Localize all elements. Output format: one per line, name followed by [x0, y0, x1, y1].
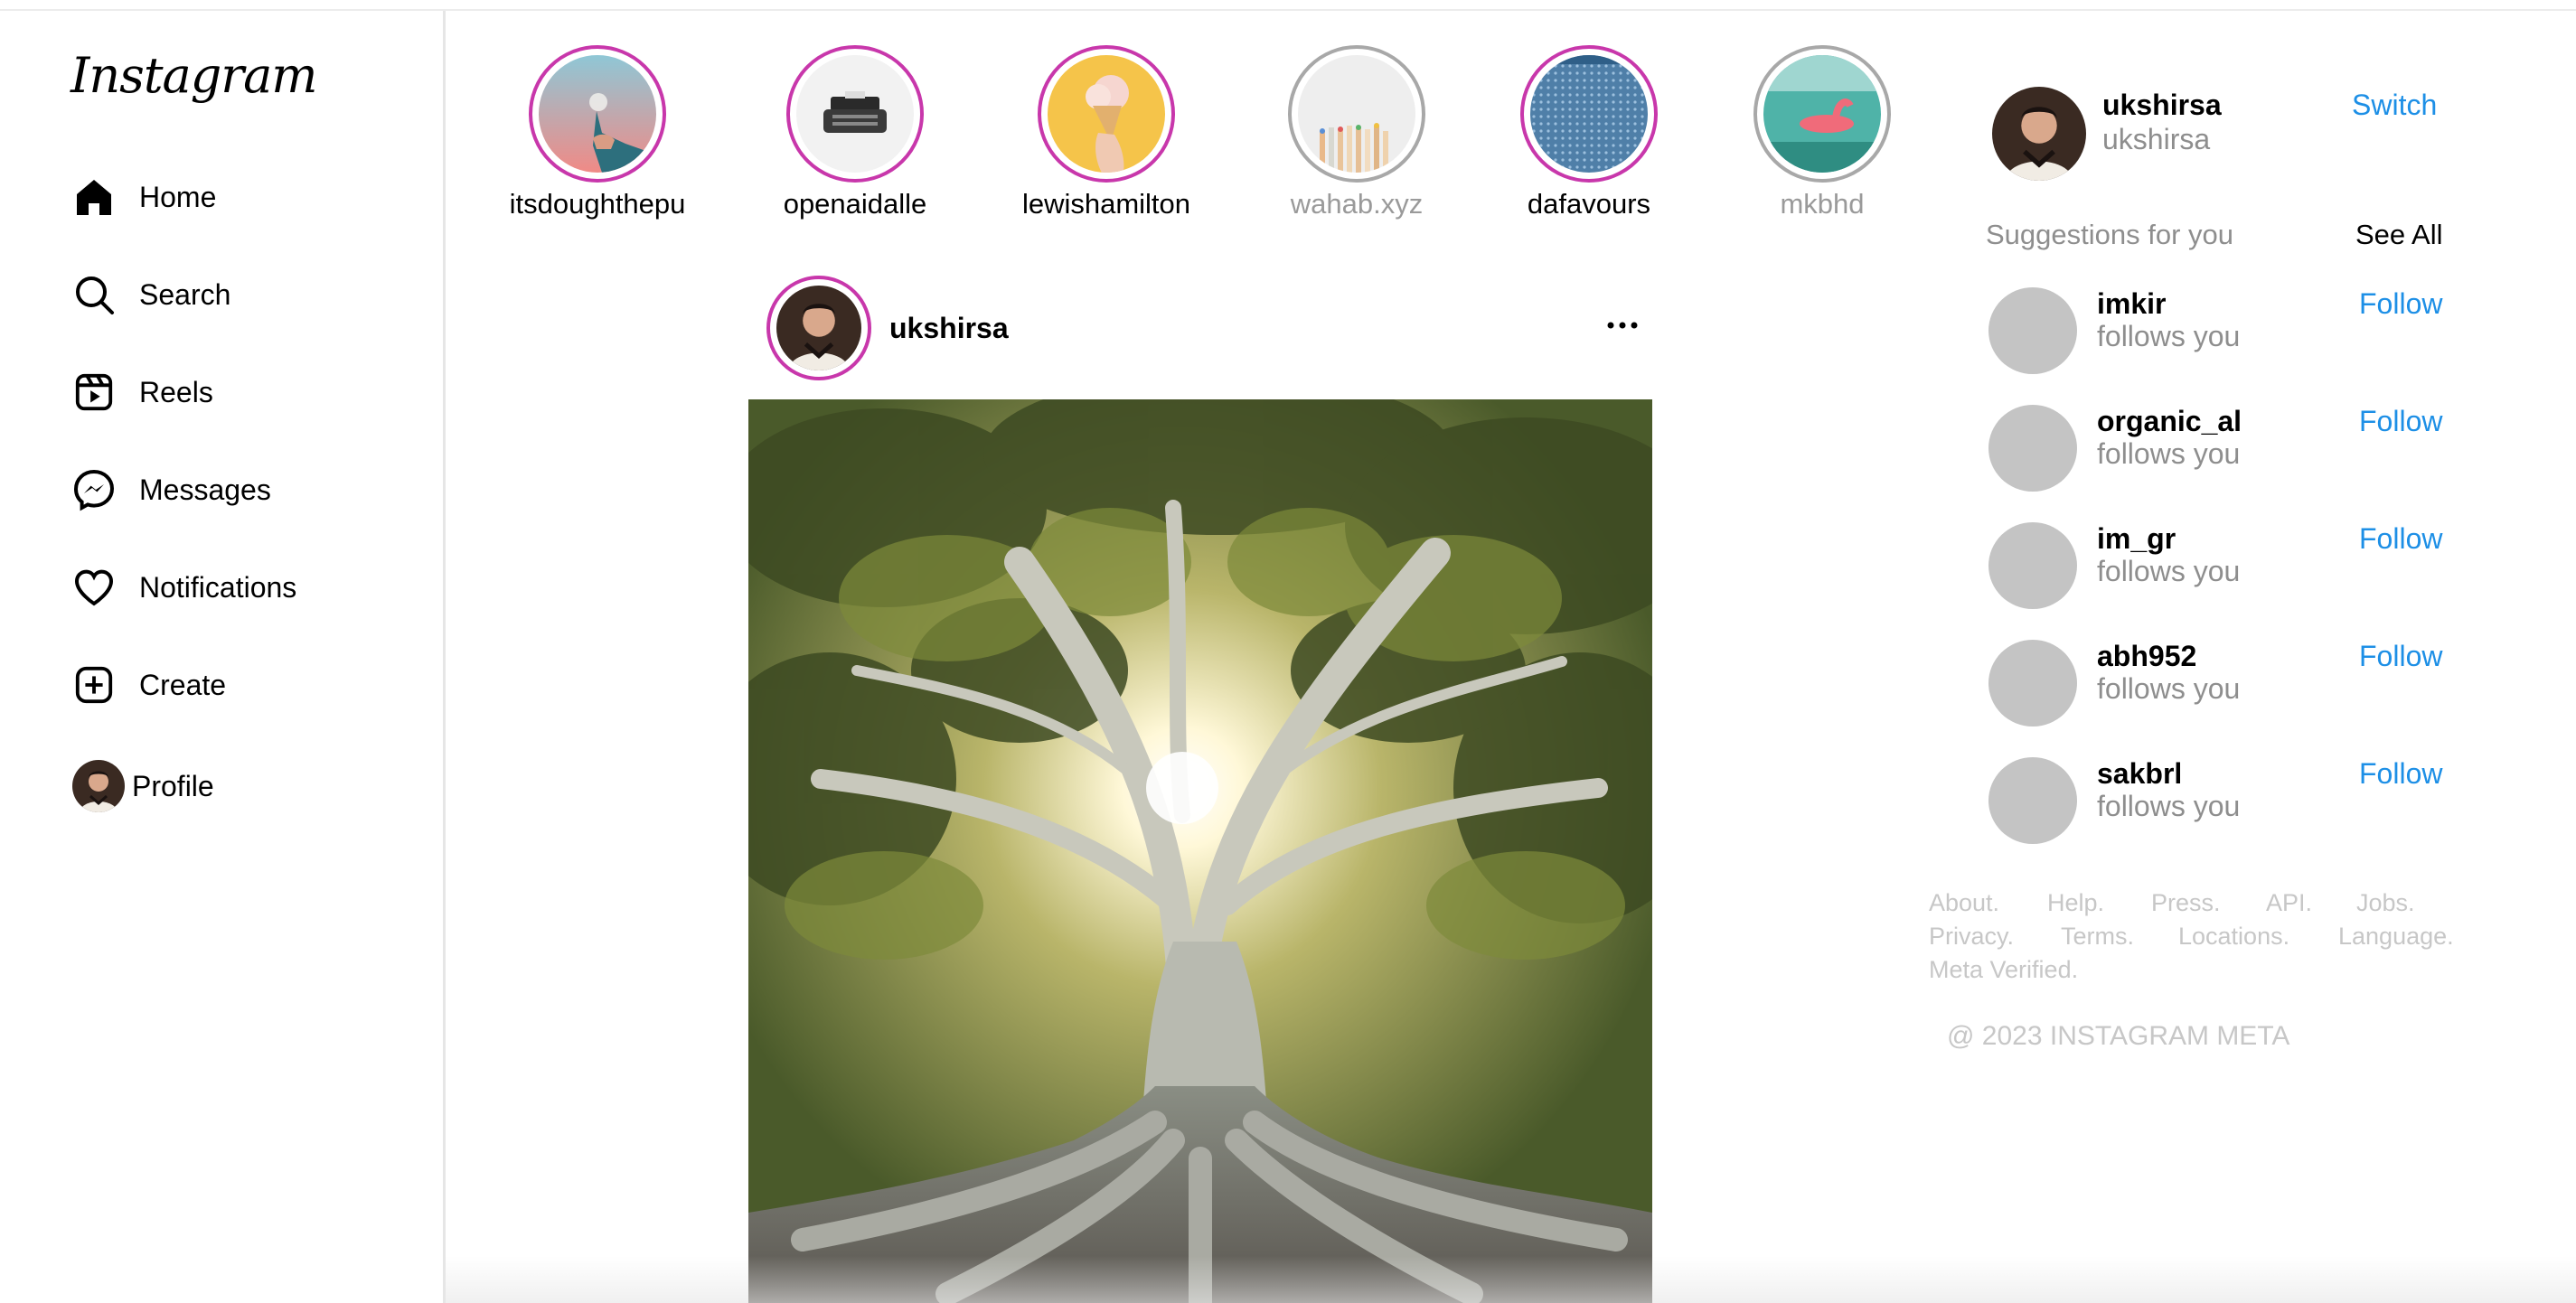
sidebar-item-label: Reels [139, 375, 213, 408]
suggestion-subtitle: follows you [2097, 437, 2241, 470]
heart-icon [71, 564, 118, 611]
sidebar-item-search[interactable]: Search [71, 267, 230, 322]
post-header: ukshirsa [766, 276, 1652, 380]
footer-link-terms[interactable]: Terms. [2061, 923, 2134, 951]
home-icon [71, 173, 118, 220]
sidebar-item-create[interactable]: Create [71, 658, 226, 712]
suggestions-title: Suggestions for you [1986, 219, 2234, 250]
footer-link-press[interactable]: Press. [2151, 889, 2221, 917]
post-image[interactable] [748, 399, 1652, 1303]
avatar[interactable] [1992, 87, 2086, 181]
post-username[interactable]: ukshirsa [889, 312, 1009, 345]
avatar [773, 282, 865, 374]
avatar[interactable] [1988, 405, 2077, 492]
story-ring [1288, 45, 1425, 183]
post-avatar-ring[interactable] [766, 276, 871, 380]
follow-button[interactable]: Follow [2359, 405, 2442, 438]
story-username: dafavours [1527, 188, 1651, 220]
story-username: mkbhd [1780, 188, 1865, 220]
follow-button[interactable]: Follow [2359, 522, 2442, 556]
sidebar: Instagram Home Search Reels Messages Not… [0, 11, 446, 1303]
instagram-logo[interactable]: Instagram [71, 47, 317, 104]
story-thumbnail [1527, 52, 1651, 176]
sidebar-item-label: Home [139, 180, 217, 213]
footer-link-privacy[interactable]: Privacy. [1929, 923, 2014, 951]
story-ring [1753, 45, 1891, 183]
story-ring [786, 45, 924, 183]
current-full-name: ukshirsa [2102, 123, 2211, 155]
suggestion-subtitle: follows you [2097, 320, 2241, 352]
suggestion-item: abh952 follows you Follow [1988, 640, 2458, 726]
footer-link-api[interactable]: API. [2266, 889, 2312, 917]
avatar[interactable] [1988, 287, 2077, 374]
sidebar-item-notifications[interactable]: Notifications [71, 560, 296, 614]
sidebar-item-profile[interactable]: Profile [72, 759, 214, 813]
footer-link-jobs[interactable]: Jobs. [2356, 889, 2415, 917]
suggestion-subtitle: follows you [2097, 555, 2241, 587]
avatar[interactable] [1988, 640, 2077, 726]
sidebar-item-label: Create [139, 668, 227, 701]
story-ring [1520, 45, 1658, 183]
sidebar-item-messages[interactable]: Messages [71, 463, 271, 517]
suggestion-username[interactable]: abh952 [2097, 640, 2196, 673]
footer-link-locations[interactable]: Locations. [2178, 923, 2289, 951]
footer-link-meta-verified[interactable]: Meta Verified. [1929, 956, 2078, 984]
more-horizontal-icon[interactable] [1595, 303, 1650, 348]
story-item[interactable]: openaidalle [747, 45, 964, 220]
story-username: openaidalle [783, 188, 927, 220]
story-username: itsdoughthepu [509, 188, 686, 220]
avatar[interactable] [1988, 757, 2077, 844]
story-item[interactable]: dafavours [1481, 45, 1697, 220]
story-thumbnail [793, 52, 917, 176]
suggestion-item: imkir follows you Follow [1988, 287, 2458, 374]
story-username: lewishamilton [1021, 188, 1191, 220]
suggestion-subtitle: follows you [2097, 672, 2241, 705]
current-username[interactable]: ukshirsa [2102, 89, 2222, 122]
reels-icon [71, 369, 118, 416]
sidebar-item-reels[interactable]: Reels [71, 365, 213, 419]
sidebar-item-label: Notifications [139, 570, 297, 604]
plus-square-icon [71, 661, 118, 708]
story-item[interactable]: itsdoughthepu [489, 45, 706, 220]
story-ring [529, 45, 666, 183]
suggestion-username[interactable]: organic_al [2097, 405, 2242, 438]
suggestion-subtitle: follows you [2097, 790, 2241, 822]
window-top-border [0, 0, 2576, 11]
suggestion-username[interactable]: im_gr [2097, 522, 2176, 556]
story-item[interactable]: mkbhd [1714, 45, 1931, 220]
story-item[interactable]: wahab.xyz [1248, 45, 1465, 220]
sidebar-item-label: Profile [132, 769, 214, 802]
suggestion-item: im_gr follows you Follow [1988, 522, 2458, 609]
sidebar-item-home[interactable]: Home [71, 170, 216, 224]
follow-button[interactable]: Follow [2359, 640, 2442, 673]
story-thumbnail [1760, 52, 1885, 176]
search-icon [71, 271, 118, 318]
suggestion-username[interactable]: imkir [2097, 287, 2166, 321]
story-thumbnail [535, 52, 660, 176]
sidebar-item-label: Messages [139, 473, 271, 506]
suggestion-item: sakbrl follows you Follow [1988, 757, 2458, 844]
switch-account-button[interactable]: Switch [2352, 89, 2437, 122]
copyright-text: @ 2023 INSTAGRAM META [1947, 1021, 2290, 1051]
follow-button[interactable]: Follow [2359, 757, 2442, 791]
footer-link-language[interactable]: Language. [2338, 923, 2454, 951]
story-thumbnail [1044, 52, 1169, 176]
suggestion-item: organic_al follows you Follow [1988, 405, 2458, 492]
avatar[interactable] [1988, 522, 2077, 609]
avatar [72, 760, 125, 812]
story-item[interactable]: lewishamilton [998, 45, 1215, 220]
follow-button[interactable]: Follow [2359, 287, 2442, 321]
suggestion-username[interactable]: sakbrl [2097, 757, 2182, 791]
story-username: wahab.xyz [1290, 188, 1424, 220]
story-thumbnail [1294, 52, 1419, 176]
sidebar-item-label: Search [139, 277, 231, 311]
messenger-icon [71, 466, 118, 513]
footer-link-help[interactable]: Help. [2047, 889, 2104, 917]
footer-link-about[interactable]: About. [1929, 889, 1999, 917]
see-all-button[interactable]: See All [2355, 219, 2443, 251]
story-ring [1038, 45, 1175, 183]
